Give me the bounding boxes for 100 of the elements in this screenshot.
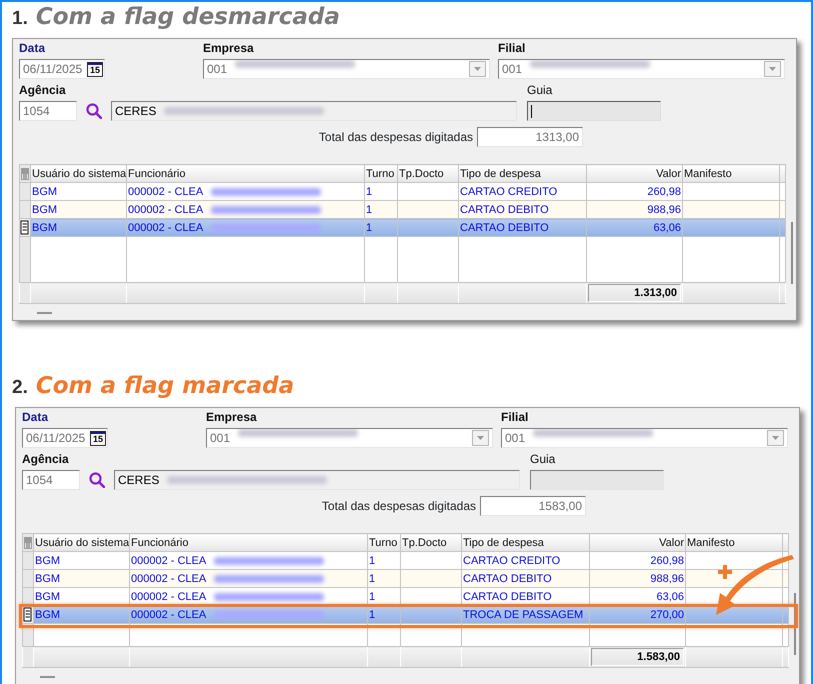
table-cell: 1	[369, 590, 376, 602]
company-value: 001	[207, 61, 228, 78]
table-cell: 000002 - CLEA	[131, 572, 206, 584]
table-cell: BGM	[32, 186, 58, 198]
column-header[interactable]: Manifesto	[682, 164, 780, 182]
agency-name-field[interactable]: CERES	[111, 101, 517, 121]
calendar-button[interactable]: 15	[90, 431, 106, 446]
total-value: 1.583,00	[591, 648, 684, 666]
total-label: Total das despesas digitadas	[318, 129, 473, 146]
column-header[interactable]: Funcionário	[130, 534, 368, 552]
table-cell: CARTAO DEBITO	[460, 222, 549, 234]
table-cell: 000002 - CLEA	[128, 204, 204, 216]
section-title: Com a flag marcada	[36, 373, 294, 399]
scrollbar-thumb[interactable]	[791, 222, 793, 284]
field-label: Agência	[22, 452, 70, 466]
column-header[interactable]: Tp.Docto	[398, 164, 458, 182]
table-cell: 270,00	[650, 608, 684, 620]
field-label: Agência	[19, 83, 67, 97]
field-label: Data	[22, 410, 50, 424]
agency-name: CERES	[118, 472, 160, 489]
table-cell: CARTAO CREDITO	[463, 554, 560, 566]
column-header[interactable]: Turno	[364, 164, 398, 182]
field-label: Filial	[501, 410, 528, 424]
table-cell: BGM	[35, 590, 60, 602]
date-value: 06/11/2025	[23, 61, 82, 78]
table-cell: CARTAO DEBITO	[463, 590, 552, 602]
date-field[interactable]: 06/11/2025 15	[19, 59, 105, 79]
table-cell: CARTAO DEBITO	[463, 572, 552, 584]
total-value: 1.313,00	[588, 284, 681, 302]
total-field[interactable]: 1313,00	[477, 127, 583, 147]
column-header[interactable]: Turno	[368, 534, 400, 552]
field-label: Guia	[527, 83, 552, 97]
total-label: Total das despesas digitadas	[322, 498, 476, 515]
table-cell: 1	[366, 186, 372, 198]
table-cell: 1	[366, 204, 372, 216]
table-cell: 1	[369, 554, 376, 566]
table-cell: 1	[369, 572, 376, 584]
grid-icon	[20, 166, 30, 181]
company-value: 001	[210, 430, 230, 447]
column-header[interactable]: Valor	[586, 164, 682, 182]
date-value: 06/11/2025	[26, 430, 86, 447]
table-cell: 1	[369, 608, 376, 620]
table-cell: 000002 - CLEA	[131, 554, 206, 566]
column-header[interactable]: Funcionário	[126, 164, 364, 182]
guide-field[interactable]	[530, 470, 664, 490]
text-cursor	[531, 104, 532, 118]
calendar-button[interactable]: 15	[87, 62, 103, 77]
section-title: Com a flag desmarcada	[36, 4, 340, 30]
table-cell: BGM	[32, 222, 58, 234]
plus-icon	[718, 564, 732, 578]
agency-field[interactable]: 1054	[22, 470, 80, 490]
section-number: 2.	[12, 377, 28, 399]
column-header[interactable]: Tipo de despesa	[462, 534, 590, 552]
date-field[interactable]: 06/11/2025 15	[22, 428, 108, 448]
table-row[interactable]: BGM 000002 - CLEA 1 CARTAO DEBITO 63,06	[20, 218, 786, 236]
select-field[interactable]: 001	[203, 59, 490, 79]
table-row[interactable]: BGM 000002 - CLEA 1 CARTAO DEBITO 988,96	[22, 570, 788, 588]
table-cell: BGM	[35, 554, 60, 566]
table-cell: TROCA DE PASSAGEM	[463, 608, 584, 620]
agency-field[interactable]: 1054	[19, 101, 77, 121]
column-header[interactable]: Tp.Docto	[400, 534, 462, 552]
table-cell: 000002 - CLEA	[131, 590, 206, 602]
select-field[interactable]: 001	[206, 428, 493, 448]
table-cell: 260,98	[647, 186, 681, 198]
field-label: Empresa	[206, 410, 258, 424]
agency-name-field[interactable]: CERES	[114, 470, 520, 490]
search-icon[interactable]	[89, 472, 105, 488]
search-icon[interactable]	[86, 103, 102, 119]
table-cell: 000002 - CLEA	[128, 222, 204, 234]
branch-value: 001	[502, 61, 522, 78]
grid-icon	[24, 536, 32, 550]
table-cell: 63,06	[656, 590, 684, 602]
field-label: Empresa	[203, 41, 255, 55]
guide-field[interactable]	[527, 101, 661, 121]
select-field[interactable]: 001	[501, 428, 788, 448]
table-row[interactable]: BGM 000002 - CLEA 1 TROCA DE PASSAGEM 270,00	[22, 606, 788, 624]
table-cell: 63,06	[653, 222, 681, 234]
column-header[interactable]: Valor	[590, 534, 686, 552]
table-cell: 1	[366, 222, 372, 234]
field-label: Guia	[530, 452, 556, 466]
table-cell: 260,98	[650, 554, 684, 566]
table-cell: BGM	[35, 608, 60, 620]
table-cell: CARTAO DEBITO	[460, 204, 549, 216]
table-cell: CARTAO CREDITO	[460, 186, 558, 198]
table-cell: 988,96	[650, 572, 684, 584]
table-cell: 000002 - CLEA	[128, 186, 204, 198]
branch-value: 001	[505, 430, 526, 447]
table-cell: 000002 - CLEA	[131, 608, 206, 620]
total-field[interactable]: 1583,00	[480, 496, 586, 516]
table-row[interactable]: BGM 000002 - CLEA 1 CARTAO DEBITO 988,96	[20, 200, 786, 218]
section-number: 1.	[12, 8, 28, 30]
column-header[interactable]: Manifesto	[686, 534, 782, 552]
column-header[interactable]: Tipo de despesa	[458, 164, 586, 182]
table-cell: BGM	[32, 204, 58, 216]
field-label: Data	[19, 41, 46, 55]
scrollbar-thumb[interactable]	[794, 593, 796, 655]
table-cell: 988,96	[647, 204, 681, 216]
select-field[interactable]: 001	[498, 59, 785, 79]
agency-name: CERES	[115, 103, 156, 120]
field-label: Filial	[498, 41, 526, 55]
